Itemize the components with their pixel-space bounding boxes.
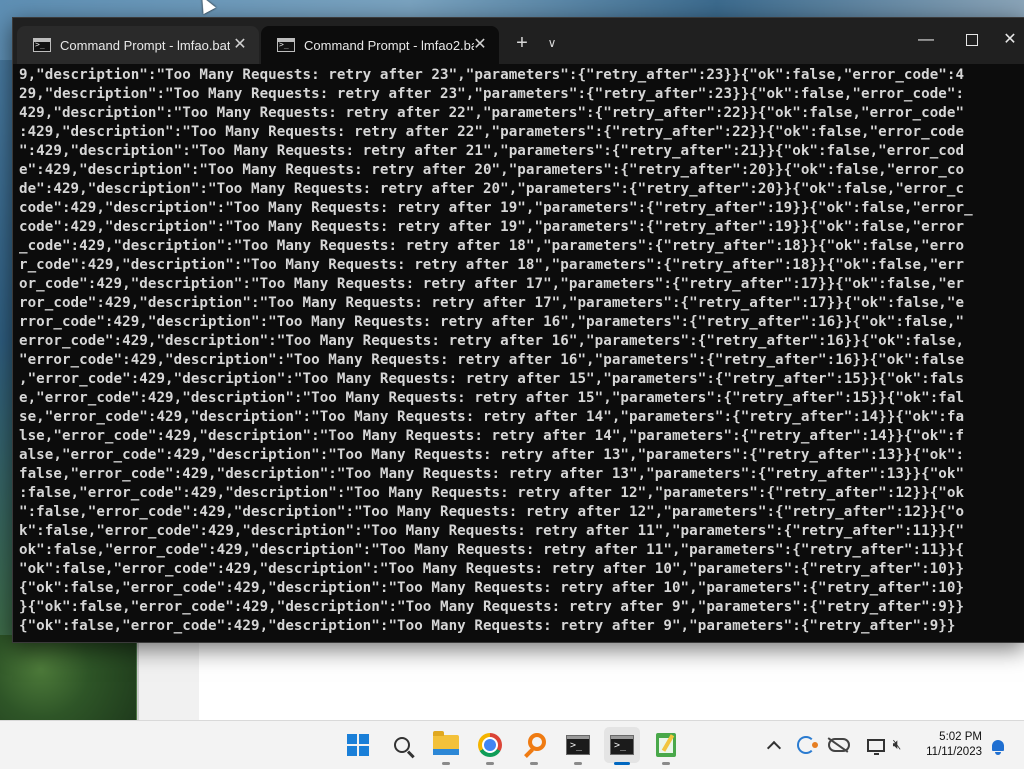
console-line: {"ok":false,"error_code":429,"descriptio… bbox=[19, 580, 965, 596]
console-line: rror_code":429,"description":"Too Many R… bbox=[19, 314, 965, 330]
chevron-up-icon bbox=[766, 740, 782, 755]
console-line: code":429,"description":"Too Many Reques… bbox=[19, 219, 965, 235]
background-window-content bbox=[199, 638, 1024, 720]
terminal-window[interactable]: Command Prompt - lmfao.bat ✕ Command Pro… bbox=[12, 17, 1024, 643]
windows-logo-icon bbox=[347, 734, 369, 756]
console-line: e,"error_code":429,"description":"Too Ma… bbox=[19, 390, 965, 406]
console-line: 429,"description":"Too Many Requests: re… bbox=[19, 105, 965, 121]
desktop-wallpaper-foliage bbox=[0, 635, 136, 720]
magnifier-icon bbox=[528, 733, 546, 751]
console-line: 29,"description":"Too Many Requests: ret… bbox=[19, 86, 965, 102]
sync-tray-button[interactable] bbox=[794, 721, 818, 769]
console-line: alse,"error_code":429,"description":"Too… bbox=[19, 447, 965, 463]
minimize-button[interactable]: — bbox=[903, 24, 949, 56]
console-line: ,"error_code":429,"description":"Too Man… bbox=[19, 371, 965, 387]
console-line: 9,"description":"Too Many Requests: retr… bbox=[19, 67, 965, 83]
maximize-icon bbox=[966, 33, 978, 46]
notifications-button[interactable] bbox=[988, 721, 1008, 769]
network-icon bbox=[866, 738, 885, 755]
tab-title: Command Prompt - lmfao.bat bbox=[60, 37, 230, 53]
console-line: de":429,"description":"Too Many Requests… bbox=[19, 181, 965, 197]
console-line: ":429,"description":"Too Many Requests: … bbox=[19, 143, 965, 159]
search-icon bbox=[394, 737, 410, 753]
console-line: "ok":false,"error_code":429,"description… bbox=[19, 561, 965, 577]
magnifier-app-button[interactable] bbox=[516, 727, 552, 765]
tab-lmfao-bat[interactable]: Command Prompt - lmfao.bat ✕ bbox=[17, 26, 259, 64]
chrome-button[interactable] bbox=[472, 727, 508, 765]
console-line: false,"error_code":429,"description":"To… bbox=[19, 466, 965, 482]
console-line: }{"ok":false,"error_code":429,"descripti… bbox=[19, 599, 965, 615]
console-line: lse,"error_code":429,"description":"Too … bbox=[19, 428, 965, 444]
new-tab-button[interactable]: + bbox=[511, 32, 533, 54]
console-line: :429,"description":"Too Many Requests: r… bbox=[19, 124, 965, 140]
taskbar: 🔇︎ 5:02 PM 11/11/2023 bbox=[0, 720, 1024, 769]
console-line: se,"error_code":429,"description":"Too M… bbox=[19, 409, 965, 425]
quick-settings-button[interactable]: 🔇︎ bbox=[858, 721, 910, 769]
tab-bar[interactable]: Command Prompt - lmfao.bat ✕ Command Pro… bbox=[13, 18, 1024, 64]
console-line: ":false,"error_code":429,"description":"… bbox=[19, 504, 965, 520]
sync-icon bbox=[797, 736, 818, 754]
console-output[interactable]: 9,"description":"Too Many Requests: retr… bbox=[19, 66, 1019, 638]
console-line: or_code":429,"description":"Too Many Req… bbox=[19, 276, 965, 292]
close-tab-icon[interactable]: ✕ bbox=[231, 36, 249, 54]
command-prompt-button[interactable] bbox=[560, 727, 596, 765]
console-line: _code":429,"description":"Too Many Reque… bbox=[19, 238, 965, 254]
cmd-tab-icon bbox=[277, 38, 295, 52]
chevron-down-icon[interactable]: ∨ bbox=[541, 32, 563, 54]
file-explorer-button[interactable] bbox=[428, 727, 464, 765]
volume-muted-icon: 🔇︎ bbox=[892, 737, 902, 753]
console-line: error_code":429,"description":"Too Many … bbox=[19, 333, 965, 349]
console-line: r_code":429,"description":"Too Many Requ… bbox=[19, 257, 965, 273]
start-button[interactable] bbox=[340, 727, 376, 763]
search-button[interactable] bbox=[384, 727, 420, 763]
onedrive-tray-button[interactable] bbox=[826, 721, 852, 769]
clock-time: 5:02 PM bbox=[939, 731, 982, 743]
cmd-icon bbox=[566, 735, 590, 755]
console-line: k":false,"error_code":429,"description":… bbox=[19, 523, 965, 539]
console-line: e":429,"description":"Too Many Requests:… bbox=[19, 162, 965, 178]
cloud-offline-icon bbox=[828, 738, 850, 752]
background-window[interactable] bbox=[137, 638, 1024, 720]
terminal-button[interactable] bbox=[604, 727, 640, 765]
folder-icon bbox=[433, 731, 459, 755]
console-line: :false,"error_code":429,"description":"T… bbox=[19, 485, 965, 501]
console-line: {"ok":false,"error_code":429,"descriptio… bbox=[19, 618, 956, 634]
show-hidden-icons-button[interactable] bbox=[762, 721, 786, 769]
clock-date: 11/11/2023 bbox=[926, 746, 982, 758]
tab-lmfao2-bat[interactable]: Command Prompt - lmfao2.bat ✕ bbox=[261, 26, 499, 64]
console-line: code":429,"description":"Too Many Reques… bbox=[19, 200, 973, 216]
clock[interactable]: 5:02 PM 11/11/2023 bbox=[914, 730, 982, 760]
console-line: "error_code":429,"description":"Too Many… bbox=[19, 352, 965, 368]
tab-title: Command Prompt - lmfao2.bat bbox=[304, 37, 474, 53]
chrome-icon bbox=[478, 733, 502, 757]
console-line: ror_code":429,"description":"Too Many Re… bbox=[19, 295, 965, 311]
notepad-button[interactable] bbox=[648, 727, 684, 765]
console-line: ok":false,"error_code":429,"description"… bbox=[19, 542, 965, 558]
close-tab-icon[interactable]: ✕ bbox=[471, 36, 489, 54]
maximize-button[interactable] bbox=[949, 24, 995, 56]
terminal-icon bbox=[610, 735, 634, 755]
cmd-tab-icon bbox=[33, 38, 51, 52]
bell-icon bbox=[992, 739, 1004, 755]
notepad-icon bbox=[656, 733, 676, 757]
close-window-button[interactable]: ✕ bbox=[995, 24, 1024, 56]
